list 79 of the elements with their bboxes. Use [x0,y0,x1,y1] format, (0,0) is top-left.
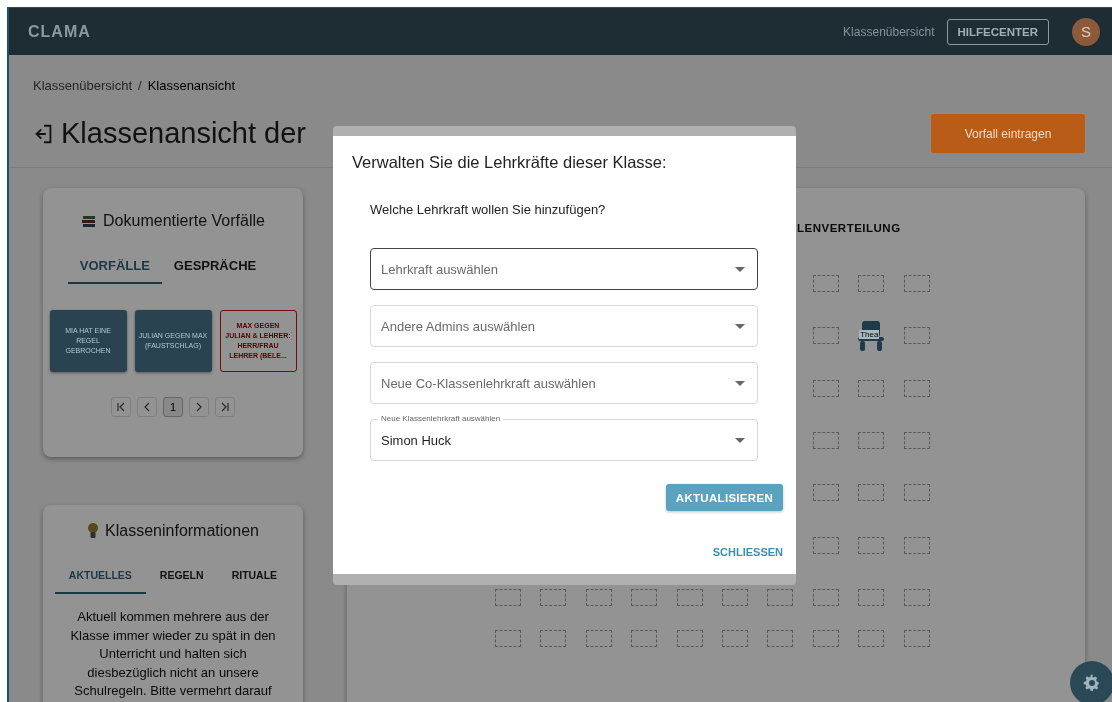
desk-slot[interactable] [812,589,839,606]
first-page-icon [116,402,126,412]
last-page-icon [220,402,230,412]
student-name: Thea [859,330,880,339]
seating-heading: LENVERTEILUNG [796,221,902,235]
caret-icon [735,438,745,443]
desk-slot[interactable] [767,589,794,606]
desk-slot[interactable] [540,630,567,647]
first-page-button[interactable] [111,397,131,417]
settings-button[interactable] [1070,661,1112,702]
desk-slot[interactable] [903,275,930,292]
settings-icon [1083,674,1101,692]
breadcrumb-link[interactable]: Klassenansicht [147,78,236,94]
last-page-button[interactable] [215,397,235,417]
books-icon [81,213,98,229]
dropdown-field[interactable]: Andere Admins auswählen [370,305,758,347]
tab[interactable]: REGELN [145,558,218,594]
help-button[interactable]: HILFECENTER [946,18,1049,45]
info-text: Aktuell kommen mehrere aus der Klasse immer wieder zu spät in den Unterricht und halten sich diesbezüglich nicht an unsere Schulregeln. Bitte vermehrt darauf [69,608,277,700]
desk-slot[interactable] [767,630,794,647]
desk-slot[interactable] [676,589,703,606]
desk-slot[interactable] [812,630,839,647]
caret-icon [735,324,745,329]
desk-slot[interactable] [812,380,839,397]
dialog-question: Welche Lehrkraft wollen Sie hinzufügen? [369,202,607,218]
caret-icon [735,381,745,386]
desk-slot[interactable] [903,630,930,647]
next-page-button[interactable] [189,397,209,417]
page-title: Klassenansicht der [61,117,307,150]
desk-slot[interactable] [631,630,658,647]
app-logo[interactable]: CLAMA [28,22,91,41]
desk-slot[interactable] [903,537,930,554]
chevron-left-icon [142,402,152,412]
desk-slot[interactable] [858,380,885,397]
desk-slot[interactable] [812,537,839,554]
desk-slot[interactable] [495,589,521,606]
nav-link[interactable]: Klassenübersicht [843,24,935,39]
card-title: Dokumentierte Vorfälle [103,211,265,231]
desk-slot[interactable] [903,432,930,449]
desk-slot[interactable] [812,327,839,344]
tab[interactable]: RITUALE [217,558,292,594]
dialog-title: Verwalten Sie die Lehrkräfte dieser Klasse: [352,152,668,172]
previous-page-button[interactable] [137,397,157,417]
tab[interactable]: VORFÄLLE [67,248,162,284]
desk-slot[interactable] [903,589,930,606]
desk-slot[interactable] [585,630,612,647]
dropdown-field[interactable]: Neue Co-Klassenlehrkraft auswählen [370,362,758,404]
desk-slot[interactable] [676,630,703,647]
desk-slot[interactable] [585,589,612,606]
desk-slot[interactable] [495,630,521,647]
lightbulb-icon [87,522,100,540]
desk-slot[interactable] [721,589,748,606]
breadcrumb-link[interactable]: Klassenübersicht [33,78,132,94]
card-title: Klasseninformationen [105,521,259,541]
desk-slot[interactable] [858,484,885,501]
desk-slot[interactable] [858,537,885,554]
desk-slot[interactable] [858,630,885,647]
tab[interactable]: AKTUELLES [54,558,146,594]
tab[interactable]: GESPRÄCHE [161,248,269,284]
desk-slot[interactable] [540,589,567,606]
breadcrumb-separator: / [138,78,142,94]
report-incident-button[interactable]: Vorfall eintragen [931,114,1085,153]
desk-slot[interactable] [858,589,885,606]
desk-slot[interactable] [903,380,930,397]
user-avatar[interactable]: S [1072,17,1100,46]
desk-slot[interactable] [812,484,839,501]
chevron-right-icon [194,402,204,412]
desk-slot[interactable] [721,630,748,647]
desk-slot[interactable] [812,432,839,449]
desk-slot[interactable] [903,484,930,501]
page-button[interactable]: 1 [163,397,183,417]
close-button[interactable]: SCHLIESSEN [712,544,783,560]
caret-icon [735,267,745,272]
desk-slot[interactable] [631,589,658,606]
desk-slot[interactable] [812,275,839,292]
desk-slot[interactable] [858,432,885,449]
desk-slot[interactable] [858,275,885,292]
dropdown-field[interactable]: Lehrkraft auswählen [370,248,758,290]
desk-slot[interactable] [903,327,930,344]
